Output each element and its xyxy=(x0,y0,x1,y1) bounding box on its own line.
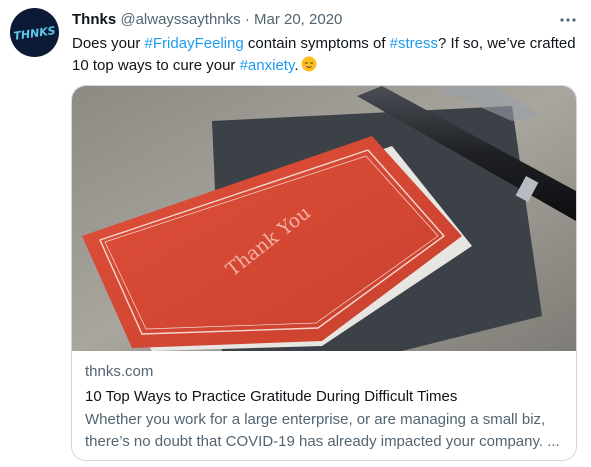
hashtag-link[interactable]: #FridayFeeling xyxy=(145,35,244,52)
svg-text:THNKS: THNKS xyxy=(13,24,57,43)
tweet-date[interactable]: Mar 20, 2020 xyxy=(254,11,342,28)
hashtag-link[interactable]: #stress xyxy=(390,35,438,52)
card-info: thnks.com 10 Top Ways to Practice Gratit… xyxy=(85,362,567,453)
card-domain: thnks.com xyxy=(85,363,154,380)
more-icon[interactable] xyxy=(556,12,580,28)
card-description: Whether you work for a large enterprise,… xyxy=(85,411,560,450)
display-name[interactable]: Thnks xyxy=(72,11,116,28)
link-card[interactable]: Thank You thnks.com 10 Top Ways to Pract… xyxy=(71,85,577,461)
tweet-header: Thnks @alwayssaythnks · Mar 20, 2020 xyxy=(72,10,342,30)
hashtag-link[interactable]: #anxiety xyxy=(240,57,295,74)
card-title[interactable]: 10 Top Ways to Practice Gratitude During… xyxy=(85,386,567,408)
tweet[interactable]: THNKS Thnks @alwayssaythnks · Mar 20, 20… xyxy=(0,0,591,467)
user-handle[interactable]: @alwayssaythnks xyxy=(120,11,240,28)
tweet-text-part: . xyxy=(294,57,299,74)
card-image[interactable]: Thank You xyxy=(72,86,576,351)
separator-dot: · xyxy=(244,11,250,28)
avatar[interactable]: THNKS xyxy=(10,8,59,57)
relieved-face-emoji-icon xyxy=(301,56,317,72)
tweet-text: Does your #FridayFeeling contain symptom… xyxy=(72,33,577,77)
thnks-logo-icon: THNKS xyxy=(13,24,57,43)
tweet-text-part: contain symptoms of xyxy=(243,35,390,52)
tweet-text-part: Does your xyxy=(72,35,145,52)
